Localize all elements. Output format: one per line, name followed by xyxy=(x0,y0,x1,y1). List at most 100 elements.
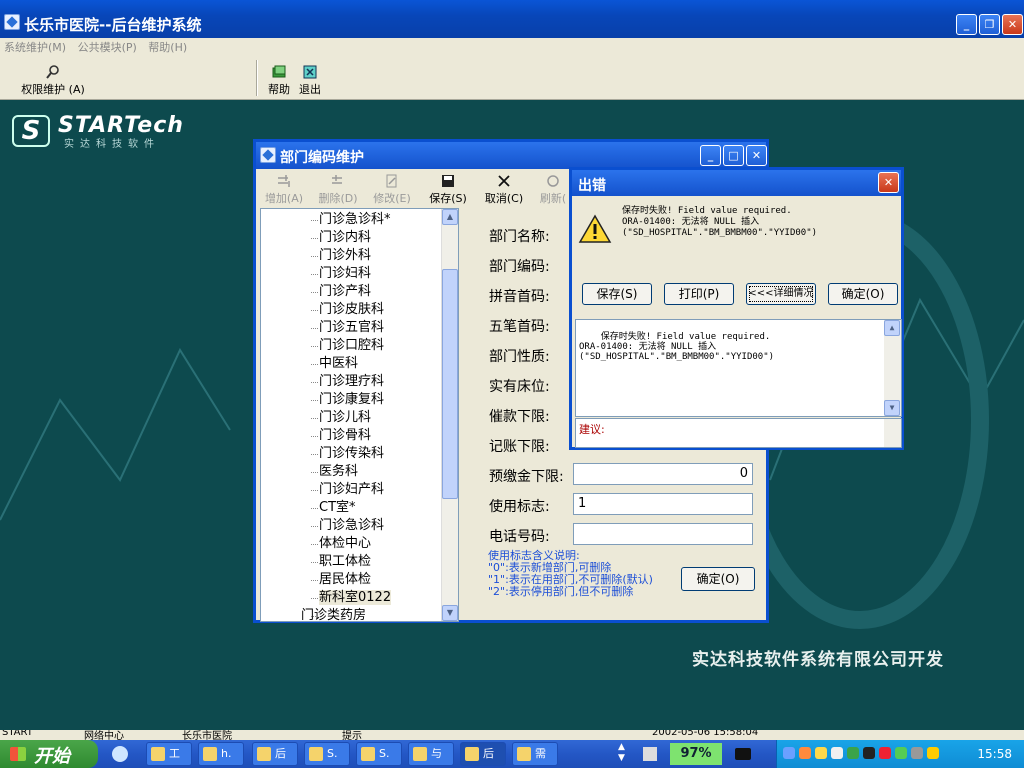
scroll-down-icon[interactable]: ▼ xyxy=(884,400,900,416)
scroll-thumb[interactable] xyxy=(442,269,458,499)
error-dialog: 出错 ✕ 保存时失败! Field value required. ORA-01… xyxy=(569,167,904,450)
tray-app-icon[interactable] xyxy=(831,747,843,759)
tree-item[interactable]: 门诊传染科 xyxy=(261,445,441,463)
tree-item[interactable]: 门诊儿科 xyxy=(261,409,441,427)
menu-system[interactable]: 系统维护(M) xyxy=(0,38,70,56)
tray-app-icon[interactable] xyxy=(911,747,923,759)
main-title-bar[interactable]: 长乐市医院--后台维护系统 _ ❐ ✕ xyxy=(0,0,1024,40)
detail-scrollbar[interactable]: ▲ ▼ xyxy=(884,320,901,416)
error-detail-textarea[interactable]: 保存时失败! Field value required. ORA-01400: … xyxy=(575,319,902,417)
tree-scrollbar[interactable]: ▲ ▼ xyxy=(441,209,458,621)
department-dialog-title-bar[interactable]: 部门编码维护 _ □ ✕ xyxy=(256,142,767,169)
dept-maximize-button[interactable]: □ xyxy=(723,145,744,166)
exit-button[interactable]: 退出 xyxy=(296,64,324,97)
ie-icon[interactable] xyxy=(112,746,128,762)
close-button[interactable]: ✕ xyxy=(1002,14,1023,35)
use-flag-label: 使用标志: xyxy=(489,499,550,515)
error-details-button[interactable]: <<<详细情况 xyxy=(746,283,816,305)
tree-item[interactable]: 居民体检 xyxy=(261,571,441,589)
taskbar-app-button[interactable]: 工 xyxy=(146,742,192,766)
taskbar-app-icon xyxy=(309,747,323,761)
dept-ok-button[interactable]: 确定(O) xyxy=(681,567,755,591)
taskbar-app-icon xyxy=(257,747,271,761)
tree-item[interactable]: 门诊急诊科 xyxy=(261,517,441,535)
error-close-button[interactable]: ✕ xyxy=(878,172,899,193)
start-button[interactable]: 开始 xyxy=(0,740,98,768)
minimize-button[interactable]: _ xyxy=(956,14,977,35)
tree-item[interactable]: 门诊理疗科 xyxy=(261,373,441,391)
tree-item[interactable]: 中医科 xyxy=(261,355,441,373)
tree-item[interactable]: 职工体检 xyxy=(261,553,441,571)
menu-public[interactable]: 公共模块(P) xyxy=(74,38,141,56)
suggestion-box[interactable]: 建议: xyxy=(575,418,902,448)
save-button[interactable]: 保存(S) xyxy=(426,173,470,206)
tree-item[interactable]: 门诊内科 xyxy=(261,229,441,247)
tray-app-icon[interactable] xyxy=(847,747,859,759)
tree-item[interactable]: 门诊康复科 xyxy=(261,391,441,409)
error-dialog-title-bar[interactable]: 出错 ✕ xyxy=(572,170,901,196)
help-button[interactable]: 帮助 xyxy=(265,64,293,97)
qq-icon[interactable] xyxy=(863,747,875,759)
security-icon[interactable] xyxy=(895,747,907,759)
error-save-button[interactable]: 保存(S) xyxy=(582,283,652,305)
add-button[interactable]: 增加(A) xyxy=(262,173,306,206)
restore-button[interactable]: ❐ xyxy=(979,14,1000,35)
taskbar-app-icon xyxy=(361,747,375,761)
tray-app-icon[interactable] xyxy=(799,747,811,759)
tree-item[interactable]: 门诊口腔科 xyxy=(261,337,441,355)
taskbar-app-label: S. xyxy=(379,747,390,760)
tree-item[interactable]: 门诊五官科 xyxy=(261,319,441,337)
dept-minimize-button[interactable]: _ xyxy=(700,145,721,166)
tree-item[interactable]: 体检中心 xyxy=(261,535,441,553)
permission-button[interactable]: 权限维护 (A) xyxy=(18,64,88,97)
tree-item[interactable]: 医务科 xyxy=(261,463,441,481)
scroll-up-icon[interactable]: ▲ xyxy=(442,209,458,225)
taskbar-app-button[interactable]: S. xyxy=(304,742,350,766)
tree-item[interactable]: 门诊骨科 xyxy=(261,427,441,445)
dialog-icon xyxy=(260,147,276,163)
tray-app-icon[interactable] xyxy=(815,747,827,759)
use-flag-input[interactable]: 1 xyxy=(573,493,753,515)
taskbar-app-button[interactable]: 需 xyxy=(512,742,558,766)
tree-item[interactable]: 门诊急诊科* xyxy=(261,211,441,229)
tray-app-icon[interactable] xyxy=(927,747,939,759)
tree-item[interactable]: 门诊妇科 xyxy=(261,265,441,283)
error-print-button[interactable]: 打印(P) xyxy=(664,283,734,305)
error-ok-button[interactable]: 确定(O) xyxy=(828,283,898,305)
tree-item[interactable]: 门诊妇产科 xyxy=(261,481,441,499)
scroll-up-icon[interactable]: ▲ xyxy=(884,320,900,336)
tree-item[interactable]: 门诊产科 xyxy=(261,283,441,301)
battery-indicator[interactable]: 97% xyxy=(670,743,722,765)
delete-button[interactable]: 删除(D) xyxy=(316,173,360,206)
dept-close-button[interactable]: ✕ xyxy=(746,145,767,166)
task-scroll-icon[interactable]: ▲ ▼ xyxy=(618,742,630,766)
scroll-down-icon[interactable]: ▼ xyxy=(442,605,458,621)
modify-button[interactable]: 修改(E) xyxy=(370,173,414,206)
power-plug-icon[interactable] xyxy=(735,748,751,760)
taskbar-app-button[interactable]: h. xyxy=(198,742,244,766)
keyboard-icon[interactable] xyxy=(643,747,657,761)
network-icon[interactable] xyxy=(783,747,795,759)
taskbar-app-button[interactable]: S. xyxy=(356,742,402,766)
phone-input[interactable] xyxy=(573,523,753,545)
prepay-input[interactable]: 0 xyxy=(573,463,753,485)
clock[interactable]: 15:58 xyxy=(977,747,1012,761)
tree-item[interactable]: 门诊外科 xyxy=(261,247,441,265)
taskbar-app-button[interactable]: 后 xyxy=(460,742,506,766)
tree-item-label: 门诊类药房 xyxy=(301,608,367,622)
tree-item[interactable]: 门诊皮肤科 xyxy=(261,301,441,319)
suggestion-scrollbar[interactable] xyxy=(884,419,901,447)
tree-item-label: 中医科 xyxy=(319,356,359,371)
taskbar-app-button[interactable]: 后 xyxy=(252,742,298,766)
menu-help[interactable]: 帮助(H) xyxy=(144,38,191,56)
tree-item[interactable]: 新科室0122 xyxy=(261,589,441,607)
cancel-button[interactable]: 取消(C) xyxy=(482,173,526,206)
department-tree[interactable]: 门诊急诊科* 门诊内科 门诊外科 门诊妇科 门诊产科 门诊皮肤科 门诊五官科 门诊口腔科 中医科… xyxy=(260,208,459,622)
refresh-button[interactable]: 刷新( xyxy=(536,173,570,206)
magnifier-icon xyxy=(46,65,59,79)
tree-item[interactable]: CT室* xyxy=(261,499,441,517)
qq-icon[interactable] xyxy=(879,747,891,759)
tree-item[interactable]: 门诊类药房 xyxy=(261,607,441,622)
taskbar-app-button[interactable]: 与 xyxy=(408,742,454,766)
legend-line: "2":表示停用部门,但不可删除 xyxy=(488,585,634,598)
